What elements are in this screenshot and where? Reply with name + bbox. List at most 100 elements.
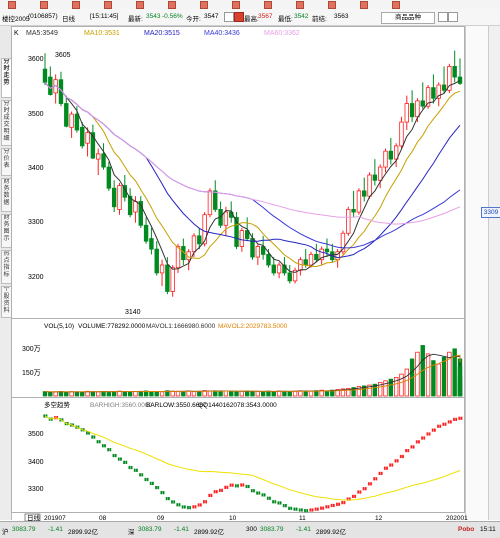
volume-bar: [90, 391, 96, 397]
volume-bar: [111, 391, 117, 397]
low-annotation: 3140: [125, 309, 141, 316]
trend-dot: [101, 444, 104, 448]
vol-legend-mavol2: MAVOL2:2029783.5000: [218, 323, 288, 330]
candle-body: [202, 214, 207, 245]
candle-body: [143, 224, 149, 242]
trend-dot: [418, 440, 420, 444]
candle-body: [441, 84, 447, 91]
candle-body: [324, 248, 330, 253]
trend-y-tick: 3300: [28, 486, 44, 493]
trend-dot: [112, 453, 115, 458]
trend-dot: [136, 468, 138, 472]
volume-bar: [191, 391, 197, 397]
trend-legend-barhigh: BARHIGH:3560.0000: [90, 402, 153, 409]
kline-y-tick: 3500: [28, 111, 44, 118]
volume-bar: [218, 391, 223, 397]
trend-dot: [405, 448, 407, 453]
trend-dot: [309, 508, 312, 512]
volume-bar: [266, 390, 271, 397]
candle-body: [165, 264, 170, 292]
trend-dot: [157, 485, 160, 490]
trend-dot: [298, 508, 301, 512]
volume-bar: [181, 391, 186, 397]
trend-dot: [362, 487, 365, 491]
candle-body: [154, 248, 159, 274]
candle-body: [266, 254, 271, 266]
candle-body: [388, 150, 394, 160]
volume-bar: [425, 353, 431, 397]
volume-bars: [42, 345, 463, 397]
vol-y-tick: 150万: [22, 369, 41, 377]
trend-dot: [325, 505, 328, 509]
trend-y-tick: 3400: [28, 459, 44, 466]
status-index-change: -1.41: [48, 526, 63, 533]
volume-bar: [287, 391, 292, 397]
trend-dot: [290, 506, 293, 510]
candle-body: [287, 272, 292, 282]
volume-bar: [441, 356, 447, 397]
volume-bar: [250, 391, 255, 397]
trend-dot: [144, 477, 147, 482]
candle-body: [111, 187, 117, 208]
trend-dot: [330, 503, 333, 508]
kline-legend-ma10: MA10:3531: [84, 30, 120, 37]
trend-dot: [96, 440, 99, 444]
candle-body: [276, 264, 282, 274]
candle-body: [117, 185, 122, 210]
trend-dot: [152, 481, 154, 485]
trend-dot: [123, 460, 126, 464]
kline-frame: [11, 26, 465, 319]
status-index-label: 深: [128, 529, 135, 536]
trend-dot: [133, 468, 136, 472]
trend-dot: [192, 505, 195, 509]
status-index-change: -1.41: [174, 526, 189, 533]
trend-dot: [386, 466, 388, 470]
trend-dot: [43, 414, 46, 418]
trend-dot: [178, 503, 181, 507]
trend-dot: [176, 503, 179, 507]
trend-dot: [458, 416, 461, 420]
trend-dot: [91, 435, 94, 439]
trend-legend-qq: QQ1440162078:3543.0000: [198, 402, 277, 409]
high-annotation: 3605: [55, 52, 71, 59]
candle-body: [372, 174, 378, 181]
candle-body: [383, 150, 388, 168]
status-bar: 沪 3083.79 -1.41 2899.92亿 深 3083.79 -1.41…: [0, 521, 500, 538]
trend-dot: [332, 503, 335, 508]
candle-body: [377, 166, 383, 181]
trend-dot: [378, 471, 381, 476]
candle-body: [255, 246, 261, 258]
trend-dot: [98, 440, 101, 444]
trend-dot: [197, 503, 200, 507]
volume-bar: [234, 391, 239, 397]
volume-bar: [207, 390, 213, 397]
trend-dot: [354, 494, 356, 499]
kline-legend-k: K: [14, 30, 19, 37]
volume-bar: [69, 391, 74, 397]
chart-canvas[interactable]: K MA5:3549 MA10:3531 MA20:3515 MA40:3436…: [0, 0, 500, 537]
status-index-change: -1.41: [296, 526, 311, 533]
vol-legend-volume: VOLUME:778292.0000: [78, 323, 146, 330]
trend-dot: [85, 431, 88, 435]
trend-dot: [139, 473, 141, 477]
volume-bar: [42, 391, 48, 397]
volume-bar: [457, 382, 463, 397]
status-index-amount: 2899.92亿: [194, 529, 224, 536]
trend-dot: [304, 509, 306, 513]
trend-dot: [208, 493, 211, 498]
trend-dot: [269, 496, 271, 500]
candle-body: [457, 76, 463, 84]
volume-bar: [324, 390, 330, 397]
candle-body: [133, 201, 138, 213]
volume-bar: [133, 391, 138, 397]
trend-dot: [218, 488, 221, 492]
trend-dot: [213, 490, 216, 494]
trend-dot: [128, 465, 131, 470]
volume-bar: [106, 391, 112, 397]
trend-dot: [234, 484, 237, 488]
volume-bar: [292, 390, 298, 397]
trend-dot: [433, 428, 436, 432]
trend-dot: [165, 496, 168, 501]
status-index-amount: 2899.92亿: [316, 529, 346, 536]
trend-dot: [336, 502, 338, 506]
